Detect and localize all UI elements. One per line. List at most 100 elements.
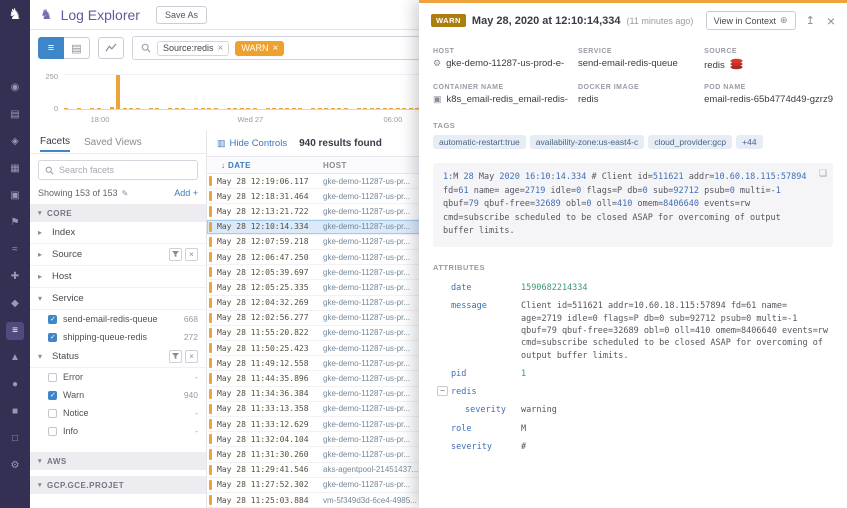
timeline-bar[interactable] xyxy=(214,108,218,109)
timeline-bar[interactable] xyxy=(123,108,127,109)
timeline-bar[interactable] xyxy=(357,108,361,109)
pattern-view-button[interactable]: ▤ xyxy=(64,37,90,59)
timeline-bar[interactable] xyxy=(207,108,211,109)
timeline-bar[interactable] xyxy=(90,108,94,109)
filter-icon[interactable] xyxy=(169,350,182,363)
copy-icon[interactable]: ❏ xyxy=(819,168,827,179)
checkbox[interactable] xyxy=(48,427,57,436)
timeline-bar[interactable] xyxy=(370,108,374,109)
tag-pill[interactable]: automatic-restart:true xyxy=(433,135,526,149)
timeline-bar[interactable] xyxy=(246,108,250,109)
timeline-bar[interactable] xyxy=(279,108,283,109)
view-in-context-button[interactable]: View in Context ⊕ xyxy=(706,11,796,30)
facet-group-source[interactable]: ▸ Source × xyxy=(30,244,206,266)
facet-item[interactable]: Error - xyxy=(30,368,206,386)
edit-facets-icon[interactable]: ✎ xyxy=(122,189,129,198)
timeline-bar[interactable] xyxy=(175,108,179,109)
timeline-bar[interactable] xyxy=(181,108,185,109)
timeline-bar[interactable] xyxy=(77,108,81,109)
nav-settings-icon[interactable]: ⚙ xyxy=(6,457,24,475)
tag-pill[interactable]: cloud_provider:gcp xyxy=(648,135,732,149)
checkbox[interactable] xyxy=(48,315,57,324)
nav-monitors-icon[interactable]: ⚑ xyxy=(6,214,24,232)
tab-facets[interactable]: Facets xyxy=(40,131,70,152)
field-value[interactable]: send-email-redis-queue xyxy=(578,58,678,69)
timeline-bar[interactable] xyxy=(324,108,328,109)
facet-group-service[interactable]: ▾ Service xyxy=(30,288,206,310)
timeline-bar[interactable] xyxy=(240,108,244,109)
nav-integrations-icon[interactable]: ✚ xyxy=(6,268,24,286)
nav-events-icon[interactable]: ▦ xyxy=(6,160,24,178)
clear-filter-icon[interactable]: × xyxy=(185,350,198,363)
timeline-bar[interactable] xyxy=(376,108,380,109)
add-facet-button[interactable]: Add + xyxy=(174,188,198,198)
filter-icon[interactable] xyxy=(169,248,182,261)
share-icon[interactable]: ↥ xyxy=(806,14,815,27)
tag-pill[interactable]: +44 xyxy=(736,135,762,149)
facet-item[interactable]: send-email-redis-queue 668 xyxy=(30,310,206,328)
attribute-row[interactable]: − date 1590682214334 xyxy=(433,276,833,294)
hide-controls-button[interactable]: ▥ Hide Controls xyxy=(217,138,287,149)
attribute-row[interactable]: − pid 1 xyxy=(433,362,833,380)
nav-security-icon[interactable]: ▲ xyxy=(6,349,24,367)
checkbox[interactable] xyxy=(48,333,57,342)
attribute-row[interactable]: − role M xyxy=(433,417,833,435)
facet-group-host[interactable]: ▸ Host xyxy=(30,266,206,288)
timeline-bar[interactable] xyxy=(383,108,387,109)
checkbox[interactable] xyxy=(48,373,57,382)
timeline-bar[interactable] xyxy=(389,108,393,109)
timeline-bar[interactable] xyxy=(337,108,341,109)
nav-dashboards-icon[interactable]: ▣ xyxy=(6,187,24,205)
timeline-bar[interactable] xyxy=(155,108,159,109)
nav-infrastructure-icon[interactable]: ▤ xyxy=(6,106,24,124)
timeline-bar[interactable] xyxy=(363,108,367,109)
chip-remove-icon[interactable]: × xyxy=(273,43,279,54)
timeline-bar[interactable] xyxy=(253,108,257,109)
attribute-row[interactable]: − severity warning xyxy=(433,398,833,416)
nav-logs-icon[interactable]: ≡ xyxy=(6,322,24,340)
timeline-bar[interactable] xyxy=(116,75,120,109)
tab-saved-views[interactable]: Saved Views xyxy=(84,132,142,151)
timeline-bar[interactable] xyxy=(97,108,101,109)
timeline-bar[interactable] xyxy=(311,108,315,109)
column-header-date[interactable]: ↓ DATE xyxy=(207,161,323,170)
facet-section-core[interactable]: ▾ CORE xyxy=(30,204,206,222)
analytics-view-button[interactable] xyxy=(98,37,124,59)
nav-notebooks-icon[interactable]: □ xyxy=(6,430,24,448)
attribute-row[interactable]: − severity # xyxy=(433,435,833,453)
clear-filter-icon[interactable]: × xyxy=(185,248,198,261)
timeline-bar[interactable] xyxy=(318,108,322,109)
nav-synthetics-icon[interactable]: ● xyxy=(6,376,24,394)
timeline-bar[interactable] xyxy=(285,108,289,109)
nav-host-map-icon[interactable]: ◈ xyxy=(6,133,24,151)
nav-watchdog-icon[interactable]: ◉ xyxy=(6,79,24,97)
timeline-bar[interactable] xyxy=(227,108,231,109)
save-as-button[interactable]: Save As xyxy=(156,6,207,24)
timeline-bar[interactable] xyxy=(266,108,270,109)
timeline-bar[interactable] xyxy=(168,108,172,109)
close-panel-icon[interactable]: × xyxy=(827,14,835,28)
timeline-bar[interactable] xyxy=(129,108,133,109)
field-value[interactable]: email-redis-65b4774d49-gzrz9 xyxy=(704,94,833,105)
timeline-bar[interactable] xyxy=(292,108,296,109)
nav-apm-icon[interactable]: ◆ xyxy=(6,295,24,313)
collapse-icon[interactable]: − xyxy=(437,386,448,396)
chip-remove-icon[interactable]: × xyxy=(218,43,224,54)
timeline-bar[interactable] xyxy=(201,108,205,109)
datadog-logo-icon[interactable]: ♞ xyxy=(8,5,21,23)
attribute-row[interactable]: − message Client id=511621 addr=10.60.18… xyxy=(433,294,833,362)
nav-rum-icon[interactable]: ■ xyxy=(6,403,24,421)
timeline-bar[interactable] xyxy=(233,108,237,109)
facet-item[interactable]: shipping-queue-redis 272 xyxy=(30,328,206,346)
timeline-bar[interactable] xyxy=(136,108,140,109)
facet-section-aws[interactable]: ▾ AWS xyxy=(30,452,206,470)
timeline-bar[interactable] xyxy=(64,108,68,109)
timeline-bar[interactable] xyxy=(344,108,348,109)
list-view-button[interactable]: ≡ xyxy=(38,37,64,59)
timeline-bar[interactable] xyxy=(194,108,198,109)
timeline-bar[interactable] xyxy=(402,108,406,109)
facet-section-gcp.gce.projet[interactable]: ▾ GCP.GCE.PROJET xyxy=(30,476,206,494)
timeline-bar[interactable] xyxy=(331,108,335,109)
search-filter-chip[interactable]: WARN × xyxy=(235,41,284,56)
facet-search-input[interactable]: Search facets xyxy=(38,160,198,180)
